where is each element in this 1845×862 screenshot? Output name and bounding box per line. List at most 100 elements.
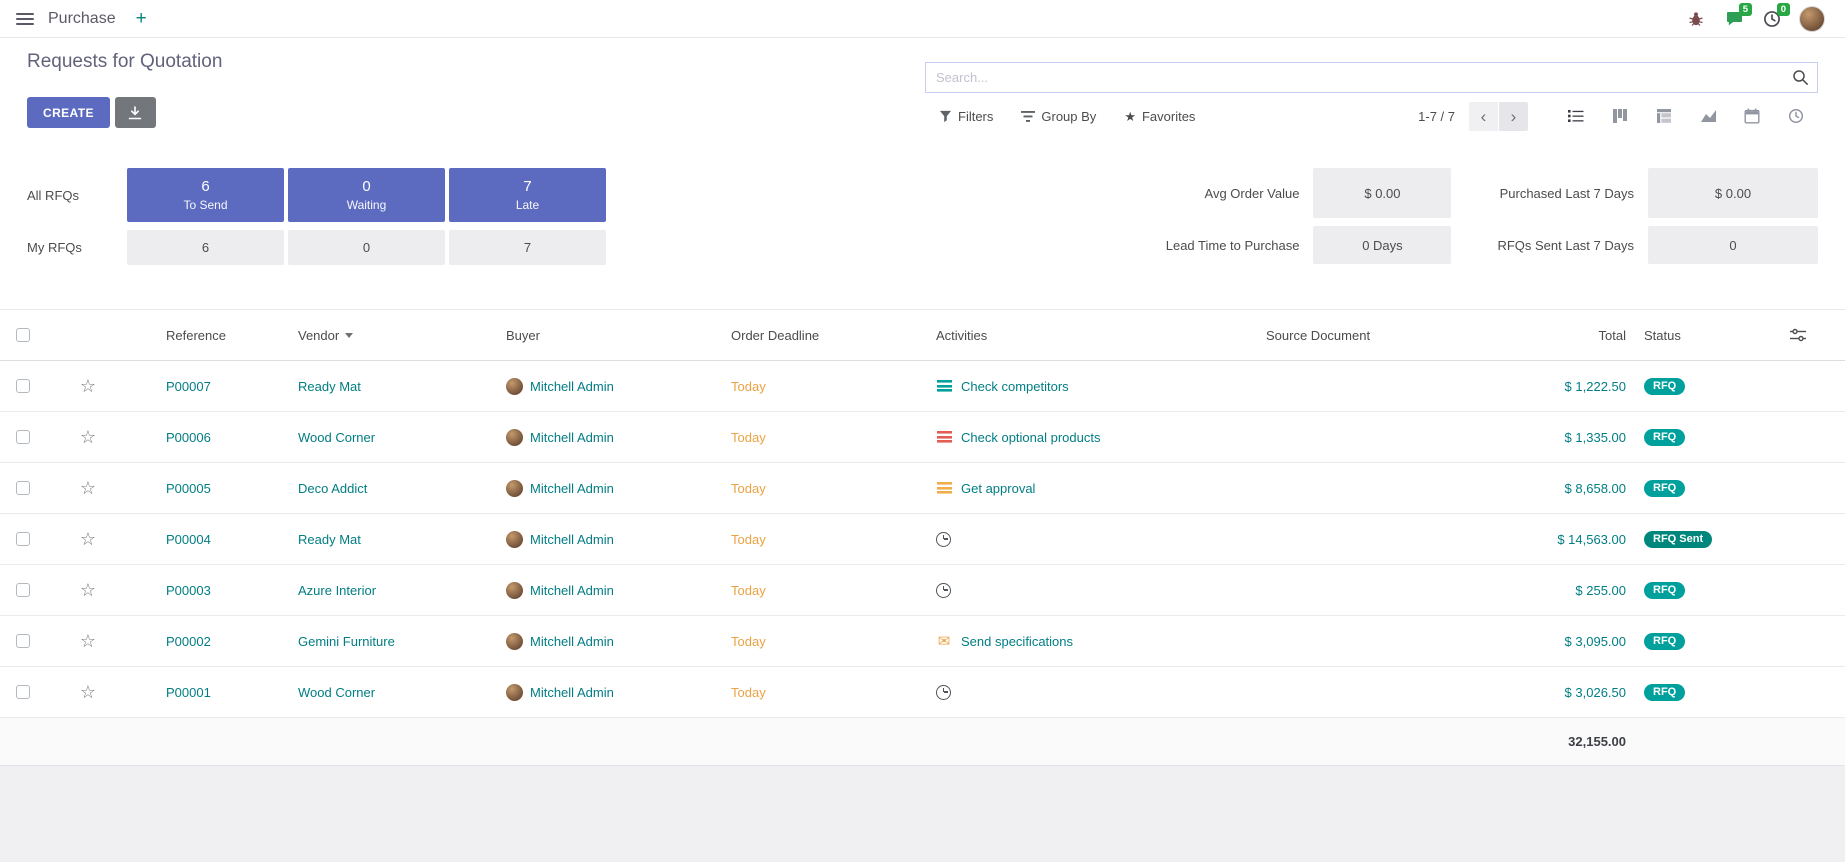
table-row[interactable]: ☆ P00003 Azure Interior Mitchell Admin T…: [0, 565, 1845, 616]
cell-total: $ 1,335.00: [1496, 430, 1626, 445]
stat-my-to-send[interactable]: 6: [127, 230, 284, 265]
export-button[interactable]: [115, 97, 156, 128]
row-checkbox[interactable]: [16, 685, 30, 699]
stat-waiting[interactable]: 0 Waiting: [288, 168, 445, 222]
table-row[interactable]: ☆ P00001 Wood Corner Mitchell Admin Toda…: [0, 667, 1845, 718]
group-by-button[interactable]: Group By: [1021, 109, 1096, 124]
cell-buyer[interactable]: Mitchell Admin: [506, 633, 731, 650]
activity-type-icon[interactable]: [936, 633, 952, 649]
messages-icon[interactable]: 5: [1723, 8, 1745, 30]
star-icon[interactable]: ☆: [80, 479, 96, 497]
view-activity-button[interactable]: [1774, 101, 1818, 131]
star-icon[interactable]: ☆: [80, 683, 96, 701]
cell-activity[interactable]: Get approval: [936, 480, 1266, 496]
header-total[interactable]: Total: [1496, 328, 1626, 343]
view-pivot-button[interactable]: [1642, 101, 1686, 131]
user-avatar[interactable]: [1799, 6, 1825, 32]
header-order-deadline[interactable]: Order Deadline: [731, 328, 936, 343]
table-row[interactable]: ☆ P00005 Deco Addict Mitchell Admin Toda…: [0, 463, 1845, 514]
cell-buyer[interactable]: Mitchell Admin: [506, 480, 731, 497]
page-title: Requests for Quotation: [27, 51, 925, 73]
cell-vendor[interactable]: Wood Corner: [298, 430, 506, 445]
activity-type-icon[interactable]: [936, 685, 951, 700]
activity-type-icon[interactable]: [936, 532, 951, 547]
header-status[interactable]: Status: [1626, 328, 1766, 343]
activity-type-icon[interactable]: [936, 480, 952, 496]
cell-activity[interactable]: [936, 532, 1266, 547]
cell-reference[interactable]: P00004: [116, 532, 298, 547]
stat-my-late[interactable]: 7: [449, 230, 606, 265]
view-calendar-button[interactable]: [1730, 101, 1774, 131]
apps-menu-icon[interactable]: [16, 13, 34, 25]
cell-buyer[interactable]: Mitchell Admin: [506, 684, 731, 701]
cell-vendor[interactable]: Gemini Furniture: [298, 634, 506, 649]
favorites-button[interactable]: ★ Favorites: [1124, 109, 1195, 124]
cell-vendor[interactable]: Deco Addict: [298, 481, 506, 496]
pager-previous-button[interactable]: ‹: [1469, 102, 1498, 131]
header-reference[interactable]: Reference: [116, 328, 298, 343]
cell-reference[interactable]: P00002: [116, 634, 298, 649]
app-title[interactable]: Purchase: [48, 10, 116, 28]
table-row[interactable]: ☆ P00006 Wood Corner Mitchell Admin Toda…: [0, 412, 1845, 463]
stat-to-send[interactable]: 6 To Send: [127, 168, 284, 222]
create-button[interactable]: CREATE: [27, 97, 110, 128]
cell-reference[interactable]: P00006: [116, 430, 298, 445]
cell-vendor[interactable]: Ready Mat: [298, 532, 506, 547]
header-source-document[interactable]: Source Document: [1266, 328, 1496, 343]
optional-columns-icon[interactable]: [1790, 328, 1806, 342]
cell-activity[interactable]: Send specifications: [936, 633, 1266, 649]
table-row[interactable]: ☆ P00004 Ready Mat Mitchell Admin Today …: [0, 514, 1845, 565]
header-buyer[interactable]: Buyer: [506, 328, 731, 343]
view-kanban-button[interactable]: [1598, 101, 1642, 131]
activity-type-icon[interactable]: [936, 583, 951, 598]
row-checkbox[interactable]: [16, 379, 30, 393]
search-icon[interactable]: [1792, 69, 1809, 86]
pager-next-button[interactable]: ›: [1499, 102, 1528, 131]
cell-vendor[interactable]: Azure Interior: [298, 583, 506, 598]
table-row[interactable]: ☆ P00002 Gemini Furniture Mitchell Admin…: [0, 616, 1845, 667]
cell-reference[interactable]: P00005: [116, 481, 298, 496]
row-checkbox[interactable]: [16, 634, 30, 648]
cell-vendor[interactable]: Wood Corner: [298, 685, 506, 700]
star-icon[interactable]: ☆: [80, 377, 96, 395]
row-checkbox[interactable]: [16, 532, 30, 546]
view-graph-button[interactable]: [1686, 101, 1730, 131]
row-checkbox[interactable]: [16, 430, 30, 444]
activity-type-icon[interactable]: [936, 378, 952, 394]
star-icon[interactable]: ☆: [80, 581, 96, 599]
header-vendor[interactable]: Vendor: [298, 328, 506, 343]
add-tab-icon[interactable]: +: [136, 9, 147, 28]
star-icon[interactable]: ☆: [80, 428, 96, 446]
cell-activity[interactable]: Check optional products: [936, 429, 1266, 445]
activity-type-icon[interactable]: [936, 429, 952, 445]
cell-buyer[interactable]: Mitchell Admin: [506, 582, 731, 599]
view-switcher: [1554, 101, 1818, 131]
my-rfqs-label[interactable]: My RFQs: [27, 240, 123, 255]
row-checkbox[interactable]: [16, 481, 30, 495]
cell-reference[interactable]: P00001: [116, 685, 298, 700]
header-activities[interactable]: Activities: [936, 328, 1266, 343]
search-input[interactable]: [925, 62, 1818, 93]
cell-buyer[interactable]: Mitchell Admin: [506, 429, 731, 446]
star-icon[interactable]: ☆: [80, 530, 96, 548]
row-checkbox[interactable]: [16, 583, 30, 597]
cell-buyer[interactable]: Mitchell Admin: [506, 531, 731, 548]
stat-late[interactable]: 7 Late: [449, 168, 606, 222]
all-rfqs-label[interactable]: All RFQs: [27, 188, 123, 203]
cell-activity[interactable]: [936, 583, 1266, 598]
activities-clock-icon[interactable]: 0: [1761, 8, 1783, 30]
select-all-checkbox[interactable]: [16, 328, 30, 342]
table-row[interactable]: ☆ P00007 Ready Mat Mitchell Admin Today …: [0, 361, 1845, 412]
filters-button[interactable]: Filters: [939, 109, 993, 124]
cell-buyer[interactable]: Mitchell Admin: [506, 378, 731, 395]
stat-my-waiting[interactable]: 0: [288, 230, 445, 265]
cell-reference[interactable]: P00007: [116, 379, 298, 394]
debug-bug-icon[interactable]: [1685, 8, 1707, 30]
view-list-button[interactable]: [1554, 101, 1598, 131]
cell-activity[interactable]: [936, 685, 1266, 700]
cell-reference[interactable]: P00003: [116, 583, 298, 598]
cell-vendor[interactable]: Ready Mat: [298, 379, 506, 394]
messages-badge: 5: [1739, 3, 1752, 17]
star-icon[interactable]: ☆: [80, 632, 96, 650]
cell-activity[interactable]: Check competitors: [936, 378, 1266, 394]
